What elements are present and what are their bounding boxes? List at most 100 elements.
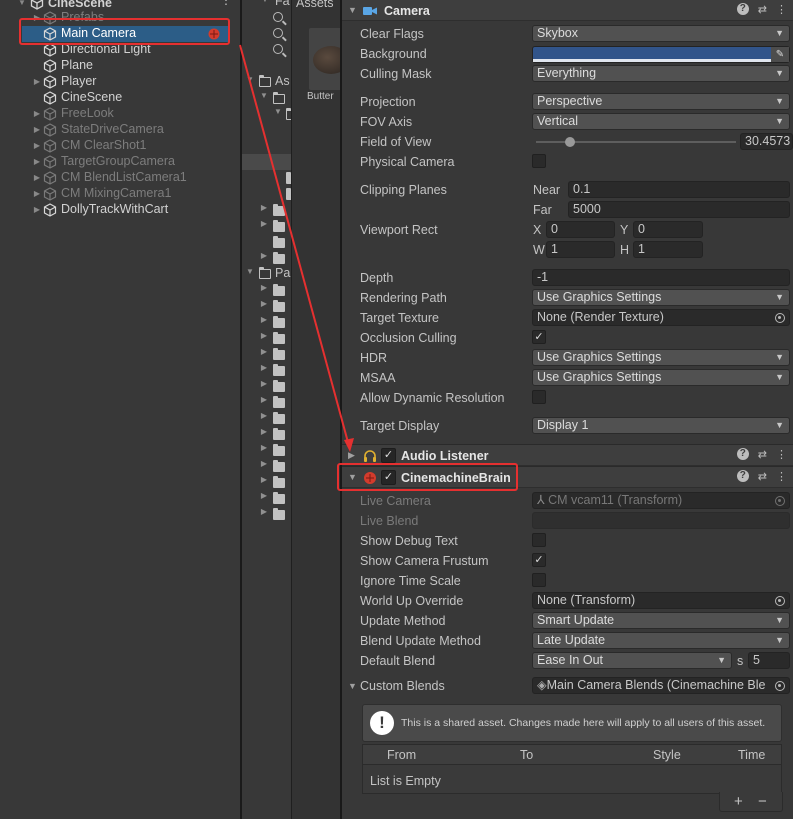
fold-arrow-icon[interactable]: ▼ — [348, 5, 357, 15]
fold-arrow-icon[interactable]: ▶ — [348, 450, 355, 461]
expand-arrow-icon[interactable]: ▼ — [273, 107, 283, 116]
preset-settings-icon[interactable]: ⇄ — [758, 448, 767, 461]
hierarchy-item[interactable]: Plane — [0, 58, 240, 74]
expand-arrow-icon[interactable]: ▶ — [32, 205, 42, 215]
expand-arrow-icon[interactable]: ▶ — [32, 141, 42, 151]
hierarchy-item[interactable]: CineScene — [0, 90, 240, 106]
expand-arrow-icon[interactable]: ▼ — [259, 91, 269, 100]
expand-arrow-icon[interactable]: ▶ — [32, 157, 42, 167]
physical-camera-checkbox[interactable] — [532, 154, 546, 168]
expand-arrow-icon[interactable]: ▶ — [32, 77, 42, 87]
component-menu-icon[interactable]: ⋮ — [776, 470, 787, 483]
expand-arrow-icon[interactable]: ▶ — [32, 189, 42, 199]
msaa-dropdown[interactable]: Use Graphics Settings ▼ — [532, 369, 790, 386]
preset-settings-icon[interactable]: ⇄ — [758, 470, 767, 483]
default-blend-time-field[interactable]: 5 — [748, 652, 790, 669]
hierarchy-item[interactable]: ▶ CM ClearShot1 — [0, 138, 240, 154]
clear-flags-dropdown[interactable]: Skybox ▼ — [532, 25, 790, 42]
expand-arrow-icon[interactable]: ▶ — [32, 13, 42, 23]
expand-arrow-icon[interactable]: ▶ — [259, 251, 269, 260]
expand-arrow-icon[interactable]: ▶ — [259, 363, 269, 372]
object-picker-icon[interactable] — [775, 596, 785, 606]
hierarchy-item[interactable]: ▶ StateDriveCamera — [0, 122, 240, 138]
search-icon[interactable] — [273, 44, 283, 54]
search-icon[interactable] — [273, 28, 283, 38]
enabled-checkbox[interactable]: ✓ — [381, 470, 396, 485]
expand-arrow-icon[interactable]: ▶ — [259, 331, 269, 340]
audio-listener-component-header[interactable]: ▶ ✓ Audio Listener ? ⇄ ⋮ — [342, 444, 793, 466]
expand-arrow-icon[interactable]: ▶ — [259, 219, 269, 228]
expand-arrow-icon[interactable]: ▶ — [259, 283, 269, 292]
show-camera-frustum-checkbox[interactable]: ✓ — [532, 553, 546, 567]
expand-arrow-icon[interactable]: ▶ — [259, 443, 269, 452]
search-icon[interactable] — [273, 12, 283, 22]
ignore-time-scale-checkbox[interactable] — [532, 573, 546, 587]
viewport-h-field[interactable]: 1 — [633, 241, 703, 258]
component-menu-icon[interactable]: ⋮ — [776, 3, 787, 16]
add-item-button[interactable]: + — [734, 793, 743, 810]
preset-settings-icon[interactable]: ⇄ — [758, 3, 767, 16]
fov-axis-dropdown[interactable]: Vertical ▼ — [532, 113, 790, 130]
depth-field[interactable]: -1 — [532, 269, 790, 286]
projection-dropdown[interactable]: Perspective ▼ — [532, 93, 790, 110]
expand-arrow-icon[interactable]: ▶ — [259, 411, 269, 420]
update-method-dropdown[interactable]: Smart Update ▼ — [532, 612, 790, 629]
expand-arrow-icon[interactable]: ▶ — [259, 507, 269, 516]
hierarchy-item[interactable]: ▶ CM BlendListCamera1 — [0, 170, 240, 186]
hierarchy-item[interactable]: ▶ CM MixingCamera1 — [0, 186, 240, 202]
hierarchy-item[interactable]: ▶ Player — [0, 74, 240, 90]
help-icon[interactable]: ? — [736, 3, 749, 15]
expand-arrow-icon[interactable]: ▶ — [259, 427, 269, 436]
breadcrumb[interactable]: Assets — [296, 0, 334, 10]
expand-arrow-icon[interactable]: ▶ — [259, 315, 269, 324]
hdr-dropdown[interactable]: Use Graphics Settings ▼ — [532, 349, 790, 366]
target-display-dropdown[interactable]: Display 1 ▼ — [532, 417, 790, 434]
fov-value-field[interactable]: 30.4573 — [740, 133, 793, 150]
hierarchy-item[interactable]: Main Camera — [22, 26, 228, 42]
hierarchy-item[interactable]: ▶ FreeLook — [0, 106, 240, 122]
expand-arrow-icon[interactable]: ▶ — [32, 173, 42, 183]
fov-slider-handle[interactable] — [565, 137, 575, 147]
expand-arrow-icon[interactable]: ▶ — [259, 203, 269, 212]
object-picker-icon[interactable] — [775, 681, 785, 691]
target-texture-field[interactable]: None (Render Texture) — [532, 309, 790, 326]
scene-menu-icon[interactable]: ⋮ — [220, 0, 232, 7]
asset-thumbnail[interactable] — [309, 28, 340, 90]
expand-arrow-icon[interactable]: ▶ — [259, 299, 269, 308]
help-icon[interactable]: ? — [736, 448, 749, 460]
component-menu-icon[interactable]: ⋮ — [776, 448, 787, 461]
enabled-checkbox[interactable]: ✓ — [381, 448, 396, 463]
near-field[interactable]: 0.1 — [568, 181, 790, 198]
world-up-override-field[interactable]: None (Transform) — [532, 592, 790, 609]
expand-arrow-icon[interactable]: ▼ — [17, 0, 27, 8]
far-field[interactable]: 5000 — [568, 201, 790, 218]
rendering-path-dropdown[interactable]: Use Graphics Settings ▼ — [532, 289, 790, 306]
camera-component-header[interactable]: ▼ Camera ? ⇄ ⋮ — [342, 0, 793, 21]
dynamic-resolution-checkbox[interactable] — [532, 390, 546, 404]
show-debug-text-checkbox[interactable] — [532, 533, 546, 547]
expand-arrow-icon[interactable]: ▶ — [259, 347, 269, 356]
expand-arrow-icon[interactable]: ▶ — [259, 475, 269, 484]
expand-arrow-icon[interactable]: ▶ — [259, 395, 269, 404]
hierarchy-item[interactable]: ▶ DollyTrackWithCart — [0, 202, 240, 218]
default-blend-dropdown[interactable]: Ease In Out ▼ — [532, 652, 732, 669]
blend-update-method-dropdown[interactable]: Late Update ▼ — [532, 632, 790, 649]
viewport-x-field[interactable]: 0 — [546, 221, 615, 238]
custom-blends-field[interactable]: ◈Main Camera Blends (Cinemachine Ble — [532, 677, 790, 694]
expand-arrow-icon[interactable]: ▶ — [32, 109, 42, 119]
cinemachine-brain-component-header[interactable]: ▼ ✓ CinemachineBrain ? ⇄ ⋮ — [342, 466, 793, 488]
expand-arrow-icon[interactable]: ▶ — [259, 379, 269, 388]
background-color-field[interactable]: ✎ — [532, 46, 790, 63]
occlusion-culling-checkbox[interactable]: ✓ — [532, 330, 546, 344]
hierarchy-item[interactable]: ▶ Prefabs — [0, 10, 240, 26]
expand-arrow-icon[interactable]: ▶ — [32, 125, 42, 135]
viewport-y-field[interactable]: 0 — [633, 221, 703, 238]
fold-arrow-icon[interactable]: ▼ — [348, 681, 357, 691]
selected-folder-row[interactable] — [242, 154, 291, 170]
expand-arrow-icon[interactable]: ▼ — [260, 0, 270, 4]
expand-arrow-icon[interactable]: ▼ — [245, 75, 255, 84]
expand-arrow-icon[interactable]: ▼ — [245, 267, 255, 276]
remove-item-button[interactable]: − — [758, 793, 767, 810]
help-icon[interactable]: ? — [736, 470, 749, 482]
hierarchy-item[interactable]: Directional Light — [0, 42, 240, 58]
